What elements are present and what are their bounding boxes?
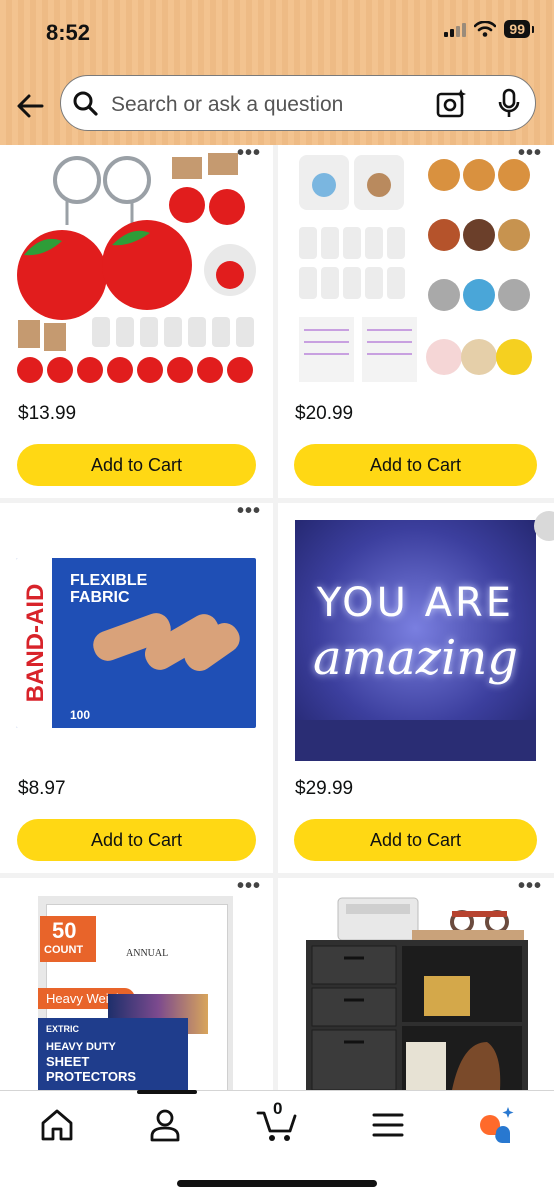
back-arrow-icon[interactable]: [12, 88, 48, 124]
product-card[interactable]: •••: [278, 878, 554, 1090]
home-indicator: [177, 1180, 377, 1187]
product-price: $29.99: [295, 778, 354, 799]
product-image[interactable]: [12, 145, 262, 390]
product-title-line1: HEAVY DUTY: [46, 1041, 116, 1053]
camera-search-icon[interactable]: [435, 88, 467, 120]
more-options-icon[interactable]: •••: [518, 878, 542, 896]
more-options-icon[interactable]: •••: [237, 503, 261, 521]
neon-text-line1: YOU ARE: [316, 580, 515, 626]
product-count: 100: [70, 708, 91, 722]
product-image[interactable]: [302, 892, 532, 1090]
status-icons: 99: [444, 20, 534, 38]
count-number: 50: [52, 918, 77, 943]
status-time: 8:52: [46, 20, 91, 45]
search-icon: [73, 91, 98, 116]
product-price: $8.97: [18, 778, 66, 799]
product-image[interactable]: BAND-AID FLEXIBLE FABRIC 100: [16, 558, 256, 728]
product-image[interactable]: [294, 145, 539, 390]
product-card[interactable]: •••: [0, 145, 273, 498]
add-to-cart-button[interactable]: Add to Cart: [17, 819, 256, 861]
cart-tab[interactable]: 0: [256, 1099, 300, 1145]
scroll-indicator: [137, 1090, 197, 1094]
neon-text-line2: amazing: [312, 630, 519, 686]
microphone-icon[interactable]: [497, 88, 521, 120]
brand-label: BAND-AID: [22, 583, 49, 703]
search-input[interactable]: Search or ask a question: [60, 75, 536, 131]
more-options-icon[interactable]: •••: [237, 878, 261, 896]
product-card[interactable]: ••• $20.99 Add to Cart: [278, 145, 554, 498]
home-icon[interactable]: [37, 1105, 77, 1145]
status-bar: 8:52 99: [0, 0, 554, 64]
account-icon[interactable]: [145, 1105, 185, 1145]
menu-icon[interactable]: [368, 1105, 408, 1145]
search-placeholder: Search or ask a question: [111, 93, 344, 116]
product-image[interactable]: YOU ARE amazing: [295, 520, 536, 761]
signal-icon: [444, 21, 467, 37]
rufus-assistant-icon[interactable]: [476, 1105, 516, 1145]
product-title-line3: PROTECTORS: [46, 1069, 137, 1084]
count-unit: COUNT: [44, 944, 84, 956]
product-title-line1: FLEXIBLE: [70, 572, 148, 589]
wifi-icon: [474, 21, 497, 37]
app-header: 8:52 99 Search or ask a question: [0, 0, 554, 145]
product-image[interactable]: 50 COUNT ANNUAL Heavy Weight EXTRIC HEAV…: [38, 896, 233, 1090]
add-to-cart-button[interactable]: Add to Cart: [294, 444, 537, 486]
add-to-cart-button[interactable]: Add to Cart: [17, 444, 256, 486]
battery-indicator: 99: [504, 20, 534, 38]
product-title-line2: SHEET: [46, 1054, 90, 1069]
cart-count: 0: [273, 1099, 283, 1118]
more-options-icon[interactable]: [534, 511, 554, 541]
document-label: ANNUAL: [126, 948, 169, 959]
product-price: $20.99: [295, 403, 354, 424]
add-to-cart-button[interactable]: Add to Cart: [294, 819, 537, 861]
bandage-graphic: [93, 613, 240, 671]
brand-label: EXTRIC: [46, 1024, 80, 1034]
product-price: $13.99: [18, 403, 77, 424]
product-card[interactable]: YOU ARE amazing $29.99 Add to Cart: [278, 503, 554, 873]
product-card[interactable]: ••• 50 COUNT ANNUAL Heavy Weight EXTRIC …: [0, 878, 273, 1090]
product-card[interactable]: ••• BAND-AID FLEXIBLE FABRIC 100 $8.97 A…: [0, 503, 273, 873]
